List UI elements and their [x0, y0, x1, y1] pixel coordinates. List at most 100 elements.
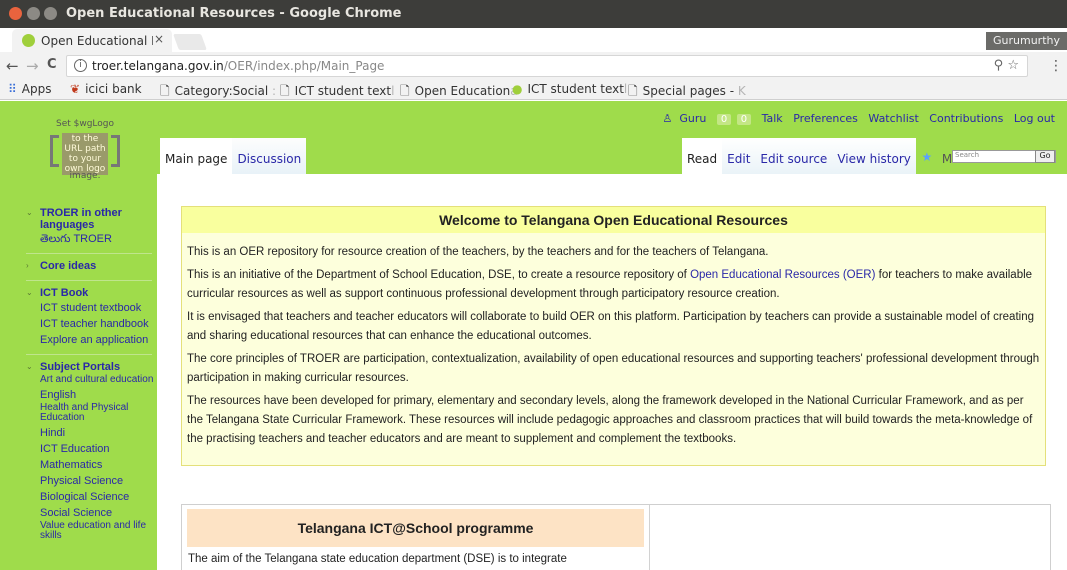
bookmark-ict-student-text[interactable]: 🗋 ICT student textl: [280, 82, 394, 99]
bookmark-special-pages[interactable]: 🗋 Special pages - K: [628, 82, 746, 99]
bookmark-category-social[interactable]: 🗋 Category:Social :: [160, 82, 276, 99]
page-icon: 🗋: [628, 84, 638, 98]
collaboration-paragraph: It is envisaged that teachers and teache…: [187, 311, 1034, 342]
sidebar-item-english[interactable]: English: [0, 389, 158, 401]
search-go-button[interactable]: Go: [1035, 150, 1055, 163]
logo-bracket-left: [50, 135, 59, 167]
bookmark-ict-student-text-2[interactable]: ● ICT student textl: [512, 82, 627, 96]
bookmark-apps[interactable]: ⠿ Apps: [8, 82, 52, 96]
search-input[interactable]: Search: [955, 151, 979, 159]
sidebar-item-ict-teacher-handbook[interactable]: ICT teacher handbook: [0, 318, 158, 330]
tab-close-icon[interactable]: ×: [154, 32, 164, 46]
logo-bracket-right: [111, 135, 120, 167]
apps-grid-icon: ⠿: [8, 82, 17, 96]
site-favicon-icon: [22, 34, 35, 47]
preferences-link[interactable]: Preferences: [793, 112, 858, 125]
sidebar-item-physical-science[interactable]: Physical Science: [0, 475, 158, 487]
welcome-body: This is an OER repository for resource c…: [187, 243, 1042, 453]
expand-arrow-icon: ›: [26, 261, 29, 270]
tab-main-page[interactable]: Main page: [160, 138, 233, 174]
sidebar-divider: [26, 253, 152, 254]
search-box: Search Go: [952, 150, 1056, 163]
wiki-page: Set $wgLogo to the URL path to your own …: [0, 101, 1067, 570]
logo-bottom-text: image.: [69, 171, 101, 181]
user-icon: ♙: [662, 112, 673, 125]
chrome-menu-icon[interactable]: ⋮: [1049, 58, 1063, 74]
window-minimize-button[interactable]: [27, 7, 40, 20]
tab-read[interactable]: Read: [682, 138, 723, 174]
tab-label: Open Educational F: [41, 34, 153, 48]
initiative-paragraph: This is an initiative of the Department …: [187, 269, 1033, 300]
oer-link[interactable]: Open Educational Resources (OER): [690, 269, 875, 281]
profile-button[interactable]: Gurumurthy: [986, 32, 1067, 50]
contributions-link[interactable]: Contributions: [929, 112, 1003, 125]
sidebar-item-hindi[interactable]: Hindi: [0, 427, 158, 439]
window-close-button[interactable]: [9, 7, 22, 20]
intro-paragraph: This is an OER repository for resource c…: [187, 246, 769, 258]
back-icon[interactable]: ←: [6, 57, 19, 75]
page-icon: 🗋: [280, 84, 290, 98]
omnibox-actions: ⚲ ☆: [994, 58, 1019, 73]
logo-mid-text: to the URL path to your own logo: [62, 133, 108, 175]
window-title: Open Educational Resources - Google Chro…: [66, 6, 402, 21]
forward-icon[interactable]: →: [26, 57, 39, 75]
welcome-box: Welcome to Telangana Open Educational Re…: [181, 206, 1046, 466]
icici-logo-icon: ❦: [70, 82, 81, 96]
zoom-icon[interactable]: ⚲: [994, 58, 1004, 73]
personal-tools: ♙ Guru 0 0 Talk Preferences Watchlist Con…: [648, 112, 1055, 125]
notices-badge[interactable]: 0: [736, 114, 752, 125]
url-text: troer.telangana.gov.in/OER/index.php/Mai…: [92, 59, 385, 73]
portal-subject-portals-heading[interactable]: ⌄ Subject Portals: [0, 361, 158, 373]
browser-toolbar: ← → C i troer.telangana.gov.in/OER/index…: [0, 52, 1067, 80]
window-maximize-button[interactable]: [44, 7, 57, 20]
tab-view-history[interactable]: View history: [832, 138, 916, 174]
welcome-title: Welcome to Telangana Open Educational Re…: [182, 207, 1045, 233]
sidebar-item-explore-application[interactable]: Explore an application: [0, 334, 158, 346]
principles-paragraph: The core principles of TROER are partici…: [187, 353, 1040, 384]
tab-edit[interactable]: Edit: [722, 138, 756, 174]
info-icon[interactable]: i: [74, 59, 87, 72]
sidebar-item-health-physical-education[interactable]: Health and Physical Education: [0, 403, 158, 423]
logout-link[interactable]: Log out: [1014, 112, 1055, 125]
portal-languages-heading[interactable]: ⌄ TROER in other languages: [0, 207, 158, 231]
alerts-badge[interactable]: 0: [716, 114, 732, 125]
main-content: Welcome to Telangana Open Educational Re…: [157, 174, 1067, 570]
window-titlebar: Open Educational Resources - Google Chro…: [0, 0, 1067, 28]
portal-core-ideas[interactable]: › Core ideas: [0, 260, 158, 272]
sidebar-item-art-education[interactable]: Art and cultural education: [0, 375, 158, 385]
collapse-arrow-icon: ⌄: [26, 362, 33, 371]
sidebar-item-biological-science[interactable]: Biological Science: [0, 491, 158, 503]
sidebar-item-telugu-troer[interactable]: తెలుగు TROER: [0, 233, 158, 245]
user-link[interactable]: ♙ Guru: [655, 112, 706, 125]
tab-discussion[interactable]: Discussion: [232, 138, 307, 174]
reload-icon[interactable]: C: [47, 57, 57, 72]
ict-programme-text: The aim of the Telangana state education…: [188, 553, 567, 565]
page-icon: 🗋: [400, 84, 410, 98]
sidebar-divider: [26, 280, 152, 281]
sidebar-item-ict-student-textbook[interactable]: ICT student textbook: [0, 302, 158, 314]
watchlist-link[interactable]: Watchlist: [868, 112, 918, 125]
view-tabs: Read Edit Edit source View history ★ Mor…: [682, 138, 985, 174]
sidebar-item-value-education[interactable]: Value education and life skills: [0, 521, 158, 541]
watch-star-icon[interactable]: ★: [916, 138, 938, 174]
sidebar-item-mathematics[interactable]: Mathematics: [0, 459, 158, 471]
address-bar[interactable]: i troer.telangana.gov.in/OER/index.php/M…: [66, 55, 1028, 77]
portal-ict-book-heading[interactable]: ⌄ ICT Book: [0, 287, 158, 299]
sidebar-item-social-science[interactable]: Social Science: [0, 507, 158, 519]
talk-link[interactable]: Talk: [762, 112, 783, 125]
namespace-tabs: Main page Discussion: [160, 138, 307, 174]
collapse-arrow-icon: ⌄: [26, 288, 33, 297]
bookmark-icici[interactable]: ❦ icici bank: [70, 82, 142, 96]
ict-programme-box: Telangana ICT@School programme The aim o…: [181, 504, 1051, 570]
bookmark-star-icon[interactable]: ☆: [1007, 58, 1019, 73]
wiki-logo[interactable]: Set $wgLogo to the URL path to your own …: [50, 115, 120, 181]
logo-top-text: Set $wgLogo: [55, 119, 115, 129]
browser-tab[interactable]: Open Educational F ×: [12, 29, 172, 53]
ict-programme-title: Telangana ICT@School programme: [187, 509, 644, 547]
tab-edit-source[interactable]: Edit source: [755, 138, 833, 174]
sidebar-divider: [26, 354, 152, 355]
framework-paragraph: The resources have been developed for pr…: [187, 395, 1033, 445]
sidebar-item-ict-education[interactable]: ICT Education: [0, 443, 158, 455]
new-tab-button[interactable]: [173, 34, 207, 50]
bookmark-open-education[interactable]: 🗋 Open Educationa: [400, 82, 518, 99]
